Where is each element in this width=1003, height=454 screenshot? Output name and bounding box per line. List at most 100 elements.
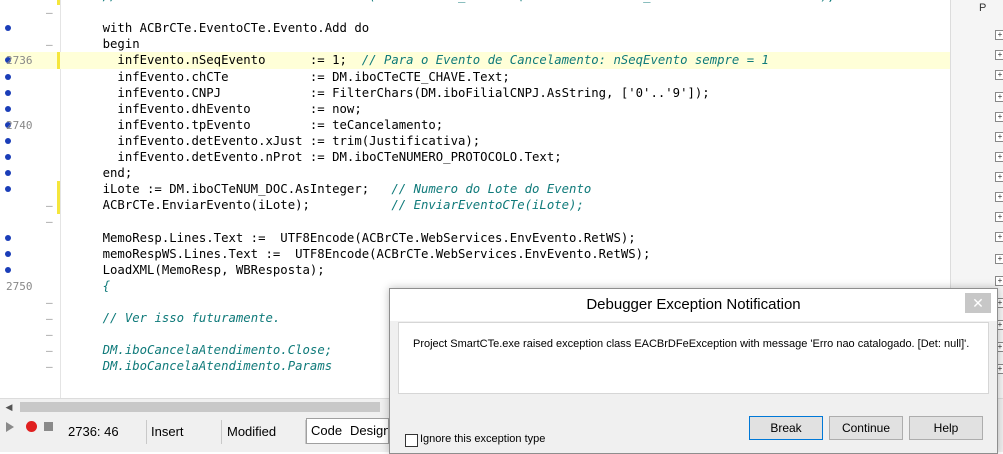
code-line[interactable]: – begin [0,36,950,53]
breakpoint-dot-icon[interactable] [5,186,11,193]
breakpoint-dot-icon[interactable] [5,234,11,241]
code-text: ACBrCTe.EnviarEvento(iLote); // EnviarEv… [73,197,584,214]
line-number: 2740 [6,118,33,132]
line-dash: – [46,215,53,229]
line-dash: – [46,295,53,309]
expand-node-icon[interactable]: + [995,152,1003,162]
code-line[interactable]: infEvento.detEvento.xJust := trim(Justif… [0,133,950,150]
change-marker [57,197,60,215]
breakpoint-dot-icon[interactable] [5,105,11,112]
stop-icon[interactable] [44,422,53,431]
code-line[interactable]: infEvento.chCTe := DM.iboCTeCTE_CHAVE.Te… [0,69,950,86]
code-comment: // Ver isso futuramente. [102,311,281,325]
code-comment: // EnviarEventoCTe(iLote); [391,198,584,213]
close-icon[interactable]: ✕ [965,293,991,313]
expand-node-icon[interactable]: + [995,254,1003,264]
expand-node-icon[interactable]: + [995,132,1003,142]
code-token: infEvento.detEvento.nProt := DM.iboCTeNU… [73,150,562,164]
code-line[interactable]: MemoResp.Lines.Text := UTF8Encode(ACBrCT… [0,230,950,247]
code-line[interactable]: infEvento.CNPJ := FilterChars(DM.iboFili… [0,85,950,102]
expand-node-icon[interactable]: + [995,50,1003,60]
line-number: 2750 [6,279,33,293]
ignore-exception-label: Ignore this exception type [420,433,546,445]
help-button[interactable]: Help [909,416,983,440]
code-token: ACBrCTe.EnviarEvento(iLote); [73,198,392,213]
code-token: infEvento.dhEvento := now; [73,101,362,116]
code-line[interactable]: with ACBrCTe.EventoCTe.Evento.Add do [0,20,950,37]
code-line[interactable]: 2740 infEvento.tpEvento := teCancelament… [0,117,950,134]
code-comment: //ACBrCTe.Conhecimentos.LoadFromFile(DM.… [103,0,836,3]
expand-node-icon[interactable]: + [995,212,1003,222]
breakpoint-dot-icon[interactable] [5,73,11,80]
code-line[interactable]: – [0,213,950,230]
expand-node-icon[interactable]: + [995,30,1003,40]
code-token: LoadXML(MemoResp, WBResposta); [73,262,325,277]
code-text: iLote := DM.iboCTeNUM_DOC.AsInteger; // … [73,181,592,198]
play-icon[interactable] [6,422,14,432]
expand-node-icon[interactable]: + [995,112,1003,122]
code-text: MemoResp.Lines.Text := UTF8Encode(ACBrCT… [73,230,636,247]
expand-node-icon[interactable]: + [995,276,1003,286]
code-text: infEvento.CNPJ := FilterChars(DM.iboFili… [73,85,710,102]
breakpoint-dot-icon[interactable] [5,170,11,177]
code-line[interactable]: 2736 infEvento.nSeqEvento := 1; // Para … [0,52,950,70]
line-dash: – [46,344,53,358]
code-token: infEvento.detEvento.xJust := trim(Justif… [73,133,481,148]
code-comment: // Numero do Lote do Evento [391,182,592,197]
code-token: infEvento.CNPJ := FilterChars(DM.iboFili… [73,85,710,100]
scroll-left-icon[interactable]: ◀ [2,401,16,413]
expand-node-icon[interactable]: + [995,232,1003,242]
dialog-title: Debugger Exception Notification [390,289,997,321]
breakpoint-dot-icon[interactable] [5,25,11,32]
expand-node-icon[interactable]: + [995,70,1003,80]
cursor-position: 2736: 46 [62,420,147,444]
code-token: end; [73,166,133,181]
ignore-exception-checkbox[interactable] [405,434,418,447]
code-line[interactable]: LoadXML(MemoResp, WBResposta); [0,262,950,279]
code-text: infEvento.chCTe := DM.iboCTeCTE_CHAVE.Te… [73,69,510,86]
scroll-thumb[interactable] [20,402,380,412]
breakpoint-dot-icon[interactable] [5,137,11,144]
code-text: DM.iboCancelaAtendimento.Params [73,358,333,375]
breakpoint-dot-icon[interactable] [5,89,11,96]
break-button[interactable]: Break [749,416,823,440]
code-text: infEvento.dhEvento := now; [73,101,362,118]
expand-node-icon[interactable]: + [995,172,1003,182]
code-line[interactable]: end; [0,165,950,182]
code-line[interactable]: – [0,4,950,21]
code-text: end; [73,165,133,182]
code-line[interactable]: – ACBrCTe.EnviarEvento(iLote); // Enviar… [0,197,950,215]
record-icon[interactable] [26,421,37,432]
tab-code[interactable]: Code [306,418,348,444]
line-dash: – [46,360,53,374]
code-comment: // Para o Evento de Cancelamento: nSeqEv… [361,53,769,68]
expand-node-icon[interactable]: + [995,92,1003,102]
code-comment: DM.iboCancelaAtendimento.Close; [102,343,333,358]
expand-node-icon[interactable]: + [995,192,1003,202]
code-text: LoadXML(MemoResp, WBResposta); [73,262,325,279]
breakpoint-dot-icon[interactable] [5,154,11,160]
code-line[interactable]: memoRespWS.Lines.Text := UTF8Encode(ACBr… [0,246,950,263]
code-token: memoRespWS.Lines.Text := UTF8Encode(ACBr… [73,246,651,261]
code-text: infEvento.tpEvento := teCancelamento; [73,117,443,134]
code-text: infEvento.detEvento.xJust := trim(Justif… [73,133,480,150]
continue-button[interactable]: Continue [829,416,903,440]
code-line[interactable]: infEvento.detEvento.nProt := DM.iboCTeNU… [0,149,950,166]
code-token: MemoResp.Lines.Text := UTF8Encode(ACBrCT… [73,230,636,245]
code-token: infEvento.chCTe := DM.iboCTeCTE_CHAVE.Te… [73,69,510,84]
code-line[interactable]: iLote := DM.iboCTeNUM_DOC.AsInteger; // … [0,181,950,199]
dialog-body: Project SmartCTe.exe raised exception cl… [398,322,989,394]
code-text: infEvento.nSeqEvento := 1; // Para o Eve… [73,52,769,69]
code-line[interactable]: infEvento.dhEvento := now; [0,101,950,118]
tab-design[interactable]: Design [346,418,389,444]
line-dash: – [46,199,53,213]
breakpoint-dot-icon[interactable] [5,250,11,257]
breakpoint-dot-icon[interactable] [5,266,11,273]
modified-state: Modified [221,420,306,444]
code-comment: DM.iboCancelaAtendimento.Params [102,359,333,374]
